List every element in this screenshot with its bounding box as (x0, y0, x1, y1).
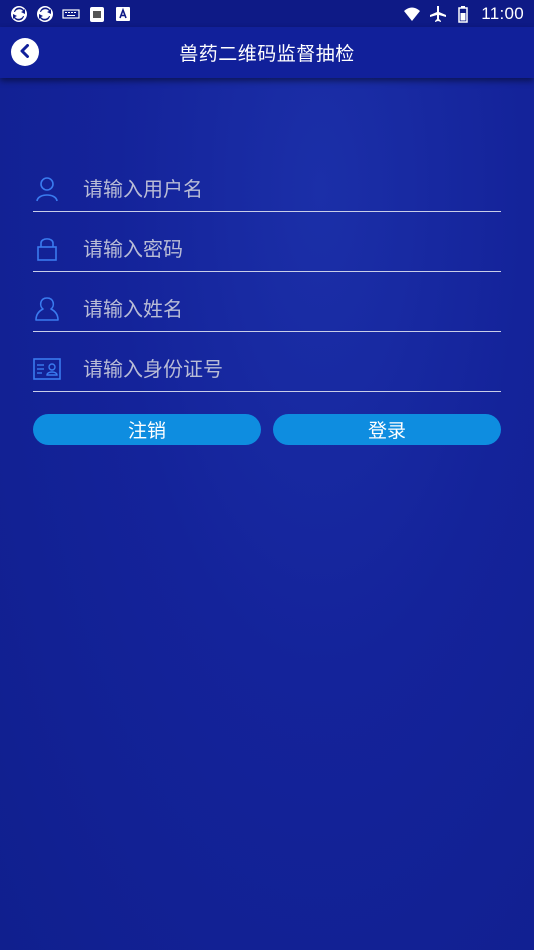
wifi-icon (403, 5, 421, 23)
password-input[interactable] (83, 233, 483, 264)
battery-icon (455, 5, 473, 23)
page-title: 兽药二维码监督抽检 (179, 43, 355, 65)
sync-icon (10, 5, 28, 23)
user-icon (33, 175, 61, 203)
back-button[interactable] (11, 38, 39, 66)
status-bar: 11:00 (0, 0, 534, 27)
id-number-input[interactable] (83, 353, 483, 384)
back-arrow-icon (18, 43, 32, 62)
airplane-mode-icon (429, 5, 447, 23)
login-button[interactable]: 登录 (273, 414, 501, 445)
name-input[interactable] (83, 293, 483, 324)
notification-icon (88, 5, 106, 23)
username-row (33, 166, 501, 212)
keyboard-icon (62, 5, 80, 23)
status-bar-left (10, 5, 132, 23)
cancel-button[interactable]: 注销 (33, 414, 261, 445)
id-number-row (33, 346, 501, 392)
font-icon (114, 5, 132, 23)
password-row (33, 226, 501, 272)
lock-icon (33, 235, 61, 263)
name-row (33, 286, 501, 332)
username-input[interactable] (83, 173, 483, 204)
app-header: 兽药二维码监督抽检 (0, 27, 534, 78)
sync-icon (36, 5, 54, 23)
id-card-icon (33, 355, 61, 383)
person-icon (33, 295, 61, 323)
status-bar-right: 11:00 (403, 4, 524, 24)
status-time: 11:00 (481, 3, 524, 23)
